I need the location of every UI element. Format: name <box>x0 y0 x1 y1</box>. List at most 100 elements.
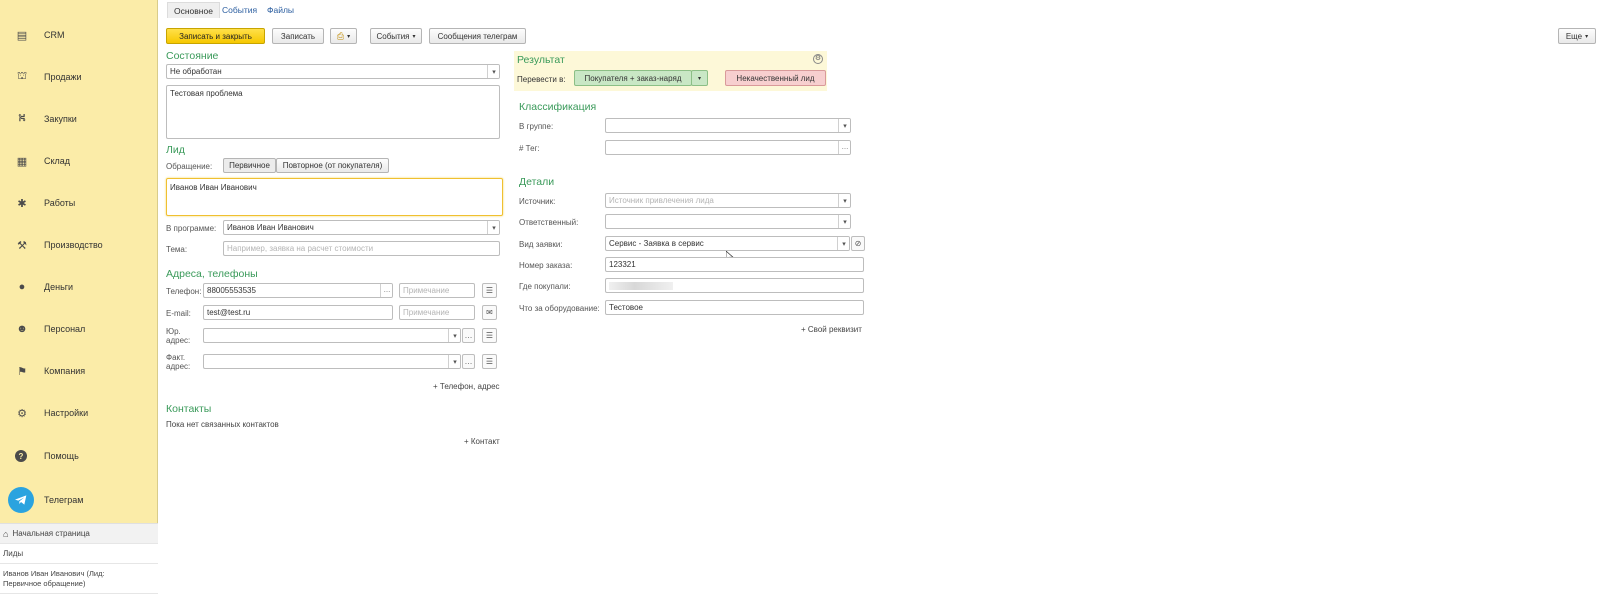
open-windows-panel: ⌂ Начальная страница Лиды Иванов Иван Ив… <box>0 523 158 604</box>
phone-note-input[interactable]: Примечание <box>399 283 475 298</box>
actual-address-select[interactable]: ▾ <box>203 354 461 369</box>
convert-to-button[interactable]: Покупателя + заказ-наряд <box>574 70 692 86</box>
where-bought-label: Где покупали: <box>519 282 571 291</box>
ellipsis-icon[interactable]: … <box>462 354 475 369</box>
in-program-value: Иванов Иван Иванович <box>227 223 314 232</box>
ellipsis-icon[interactable]: … <box>838 141 850 154</box>
sidebar-item-works[interactable]: ✱ Работы <box>0 188 158 218</box>
email-note-input[interactable]: Примечание <box>399 305 475 320</box>
order-number-value: 123321 <box>609 260 636 269</box>
leads-window-link[interactable]: Лиды <box>0 544 158 564</box>
problem-textarea[interactable]: Тестовая проблема <box>166 85 500 139</box>
bad-lead-button[interactable]: Некачественный лид <box>725 70 826 86</box>
telegram-messages-button[interactable]: Сообщения телеграм <box>429 28 526 44</box>
sidebar-item-settings[interactable]: ⚙ Настройки <box>0 398 158 428</box>
state-section-title: Состояние <box>166 50 219 62</box>
sidebar-item-crm[interactable]: ▤ CRM <box>0 20 158 50</box>
sidebar-item-purchases[interactable]: ⛕ Закупки <box>0 104 158 134</box>
lead-name-input[interactable]: Иванов Иван Иванович <box>166 178 503 216</box>
chevron-down-icon[interactable]: ▾ <box>487 221 499 234</box>
envelope-icon[interactable]: ✉ <box>482 305 497 320</box>
request-type-label: Вид заявки: <box>519 240 563 249</box>
topic-input[interactable]: Например, заявка на расчет стоимости <box>223 241 500 256</box>
sidebar-item-sales[interactable]: ⛫ Продажи <box>0 62 158 92</box>
email-note-placeholder: Примечание <box>403 308 450 317</box>
gear-icon[interactable]: ⚙ <box>813 54 823 64</box>
in-program-select[interactable]: Иванов Иван Иванович ▾ <box>223 220 500 235</box>
sidebar-item-production[interactable]: ⚒ Производство <box>0 230 158 260</box>
legal-address-label: Юр. адрес: <box>166 327 191 345</box>
where-bought-input[interactable] <box>605 278 864 293</box>
current-document-link[interactable]: Иванов Иван Иванович (Лид: Первичное обр… <box>0 564 158 594</box>
chevron-down-icon[interactable]: ▾ <box>448 355 460 368</box>
sidebar-item-company[interactable]: ⚑ Компания <box>0 356 158 386</box>
company-icon: ⚑ <box>17 365 27 378</box>
equipment-input[interactable]: Тестовое <box>605 300 864 315</box>
leads-label: Лиды <box>3 549 24 558</box>
legal-address-options-icon[interactable]: ☰ <box>482 328 497 343</box>
addresses-section-title: Адреса, телефоны <box>166 268 258 280</box>
add-attribute-link[interactable]: + Свой реквизит <box>801 325 862 334</box>
chevron-down-icon[interactable]: ▾ <box>838 194 850 207</box>
ellipsis-icon[interactable]: … <box>380 284 392 297</box>
chevron-down-icon[interactable]: ▾ <box>691 70 708 86</box>
classification-section-title: Классификация <box>519 101 597 113</box>
chevron-down-icon[interactable]: ▾ <box>487 65 499 78</box>
ellipsis-icon[interactable]: … <box>462 328 475 343</box>
chevron-down-icon[interactable]: ▾ <box>837 237 849 250</box>
purchases-icon: ⛕ <box>17 112 27 124</box>
add-phone-address-link[interactable]: + Телефон, адрес <box>433 382 500 391</box>
contacts-section-title: Контакты <box>166 403 212 415</box>
save-and-close-button[interactable]: Записать и закрыть <box>166 28 265 44</box>
home-page-link[interactable]: ⌂ Начальная страница <box>0 524 158 544</box>
chevron-down-icon[interactable]: ▾ <box>448 329 460 342</box>
chevron-down-icon[interactable]: ▾ <box>838 215 850 228</box>
legal-address-select[interactable]: ▾ <box>203 328 461 343</box>
phone-options-icon[interactable]: ☰ <box>482 283 497 298</box>
phone-input[interactable]: 88005553535 … <box>203 283 393 298</box>
print-menu-button[interactable]: ⎙ ▾ <box>330 28 357 44</box>
more-menu-button[interactable]: Еще ▾ <box>1558 28 1596 44</box>
add-contact-link[interactable]: + Контакт <box>464 437 500 446</box>
sidebar-item-label: Закупки <box>44 114 77 124</box>
email-input[interactable]: test@test.ru <box>203 305 393 320</box>
request-type-select[interactable]: Сервис - Заявка в сервис ▾ <box>605 236 850 251</box>
responsible-select[interactable]: ▾ <box>605 214 851 229</box>
convert-label: Перевести в: <box>517 75 566 84</box>
email-label: E-mail: <box>166 309 191 318</box>
sidebar-item-warehouse[interactable]: ▦ Склад <box>0 146 158 176</box>
phone-value: 88005553535 <box>207 286 256 295</box>
tab-main[interactable]: Основное <box>167 2 220 18</box>
sidebar-item-staff[interactable]: ☻ Персонал <box>0 314 158 344</box>
sidebar-item-help[interactable]: ? Помощь <box>0 441 158 471</box>
source-select[interactable]: Источник привлечения лида ▾ <box>605 193 851 208</box>
current-document-label: Иванов Иван Иванович (Лид: Первичное обр… <box>3 568 105 588</box>
save-button[interactable]: Записать <box>272 28 324 44</box>
tab-files[interactable]: Файлы <box>261 2 300 18</box>
tag-input[interactable]: … <box>605 140 851 155</box>
group-label: В группе: <box>519 122 554 131</box>
details-section-title: Детали <box>519 176 555 188</box>
open-link-icon[interactable]: ⊘ <box>851 236 865 251</box>
sidebar-item-label: Производство <box>44 240 103 250</box>
events-menu-button[interactable]: События ▾ <box>370 28 422 44</box>
group-select[interactable]: ▾ <box>605 118 851 133</box>
tab-events[interactable]: События <box>216 2 263 18</box>
appeal-primary-toggle[interactable]: Первичное <box>223 158 276 173</box>
sidebar-item-money[interactable]: ● Деньги <box>0 272 158 302</box>
state-select[interactable]: Не обработан ▾ <box>166 64 500 79</box>
sidebar-item-telegram[interactable]: Телеграм <box>0 485 158 515</box>
sidebar-item-label: Телеграм <box>44 495 84 505</box>
result-section-title: Результат <box>517 54 565 66</box>
chevron-down-icon[interactable]: ▾ <box>838 119 850 132</box>
actual-address-label: Факт. адрес: <box>166 353 191 371</box>
appeal-repeat-toggle[interactable]: Повторное (от покупателя) <box>276 158 389 173</box>
lead-section-title: Лид <box>166 144 185 156</box>
order-number-input[interactable]: 123321 <box>605 257 864 272</box>
topic-label: Тема: <box>166 245 188 254</box>
actual-address-options-icon[interactable]: ☰ <box>482 354 497 369</box>
source-placeholder: Источник привлечения лида <box>609 196 714 205</box>
lead-name-value: Иванов Иван Иванович <box>170 183 257 192</box>
telegram-icon <box>8 487 34 513</box>
responsible-label: Ответственный: <box>519 218 579 227</box>
